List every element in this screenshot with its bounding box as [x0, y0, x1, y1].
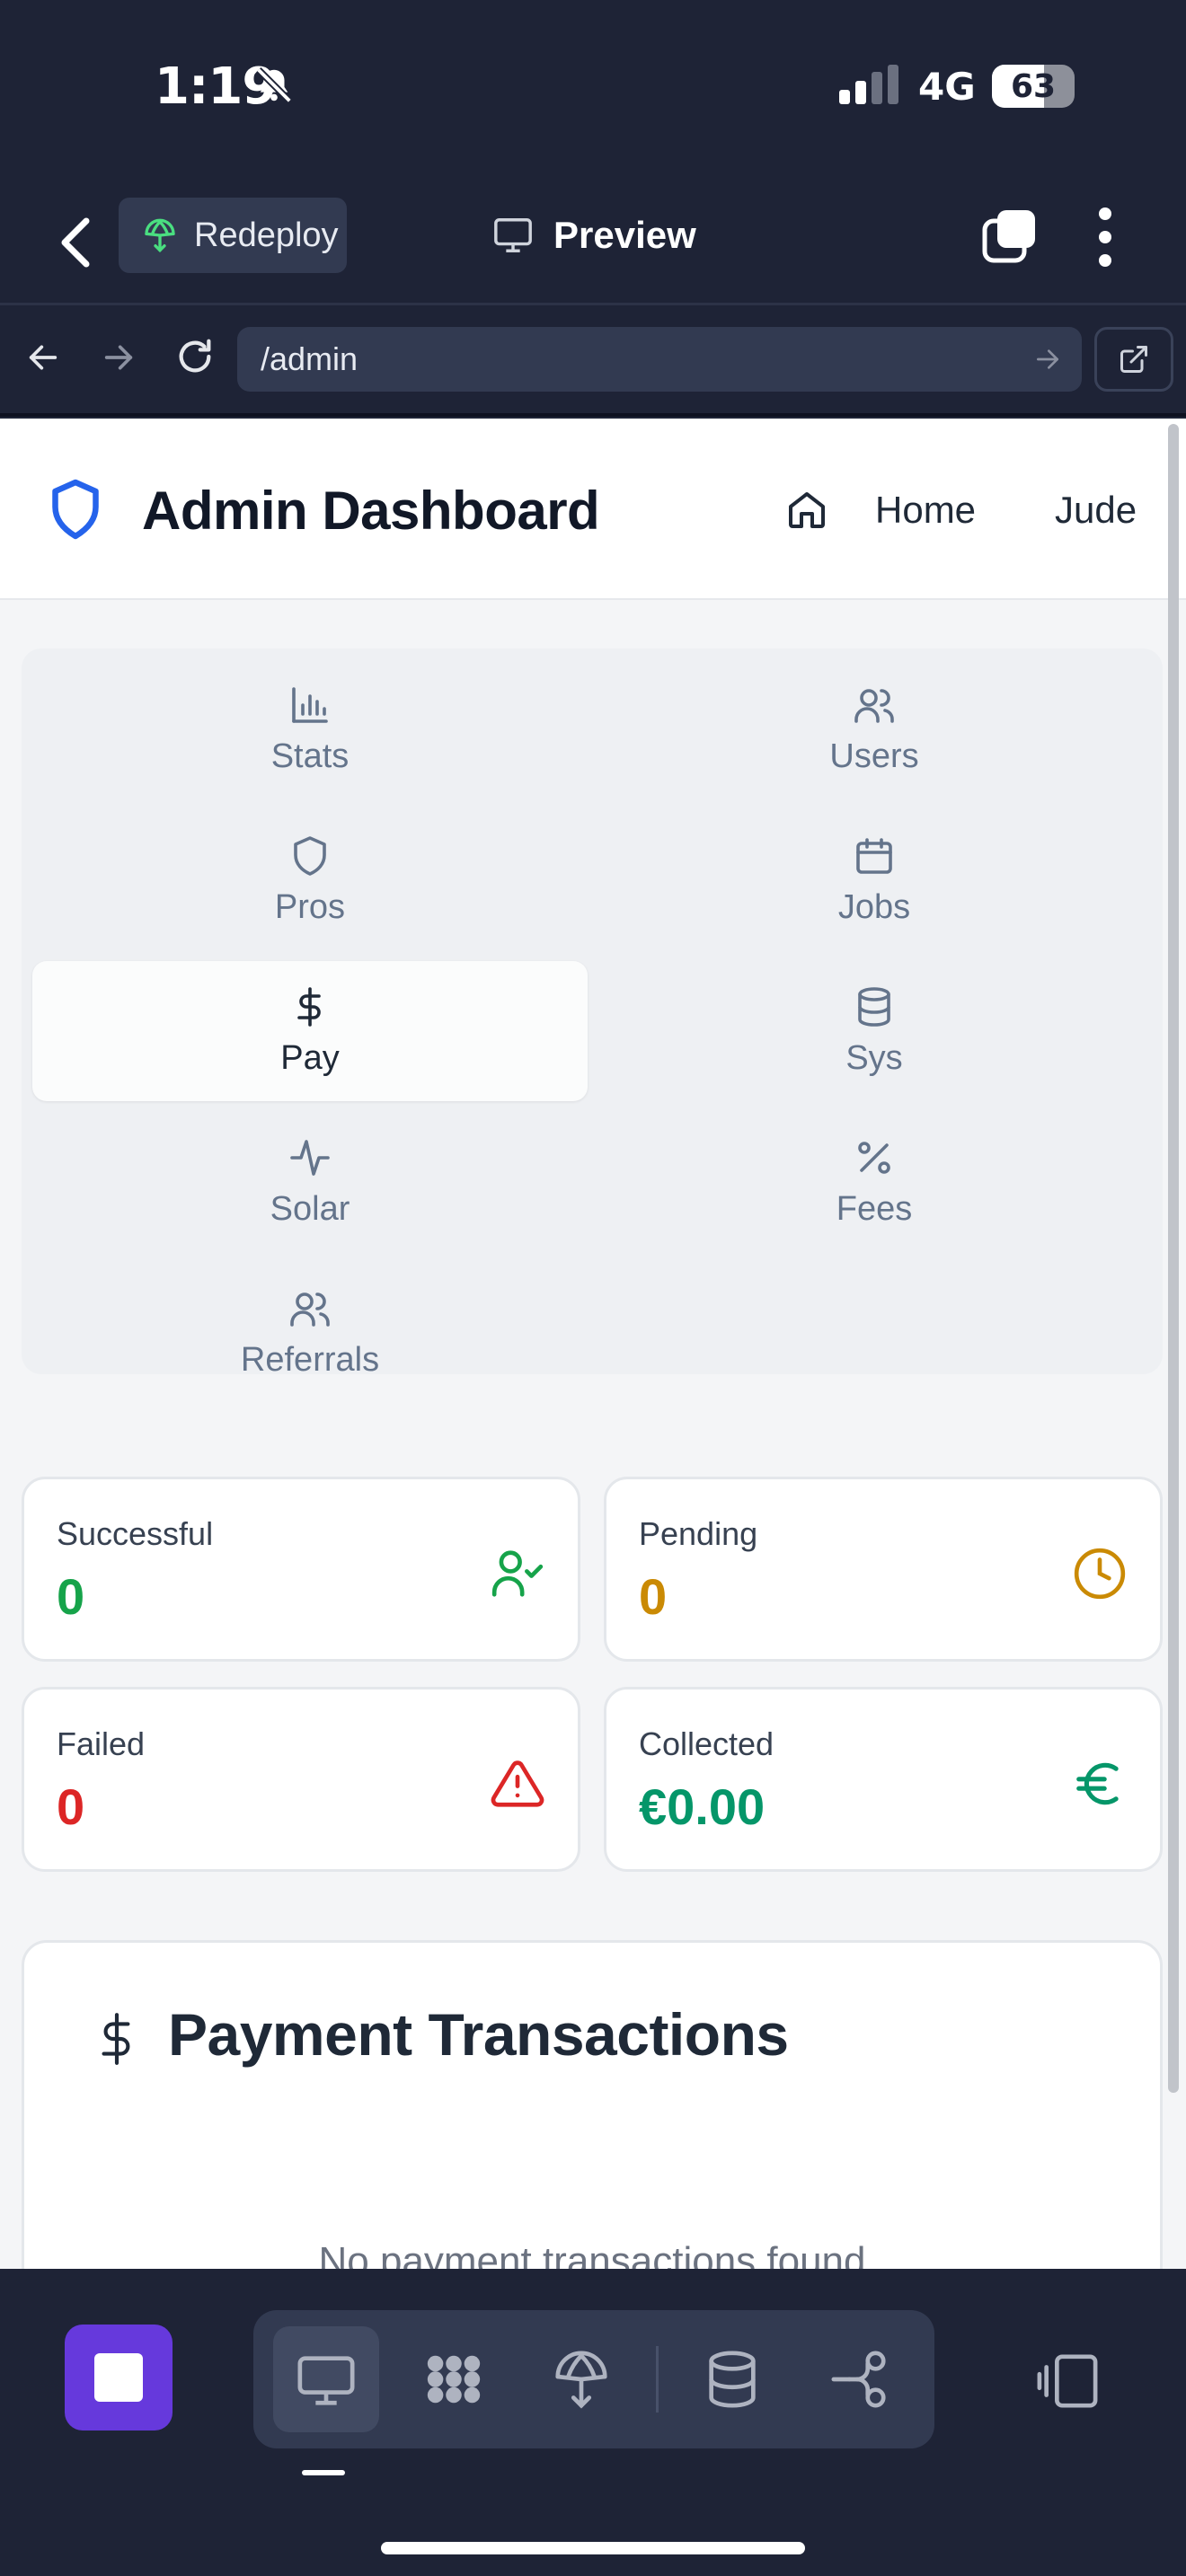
stat-label: Collected [639, 1725, 774, 1762]
stat-card-pending: Pending 0 [604, 1477, 1163, 1662]
app-toolbar: Redeploy Preview [0, 180, 1186, 305]
shield-icon [52, 479, 99, 540]
nav-label: Pay [280, 1038, 340, 1077]
stat-value: €0.00 [639, 1778, 766, 1835]
tabs-icon[interactable] [981, 207, 1039, 264]
cellular-signal-icon [839, 65, 898, 104]
deploy-icon [145, 218, 175, 253]
shield-icon [294, 835, 326, 876]
deploy-icon [555, 2351, 607, 2409]
tool-database[interactable] [679, 2326, 785, 2432]
stat-label: Successful [57, 1515, 214, 1552]
empty-state-text: No payment transactions found [318, 2239, 866, 2269]
nav-item-jobs[interactable]: Jobs [597, 810, 1152, 950]
bell-slash-icon [256, 67, 292, 103]
external-link-icon [1120, 346, 1147, 373]
arrow-right-icon[interactable] [101, 340, 137, 375]
url-input[interactable]: /admin [237, 327, 1082, 392]
chevron-left-icon[interactable] [56, 214, 95, 271]
payment-transactions-panel: Payment Transactions No payment transact… [22, 1940, 1163, 2269]
percent-icon [858, 1141, 890, 1174]
scrollbar[interactable] [1168, 424, 1179, 2093]
nav-item-fees[interactable]: Fees [597, 1112, 1152, 1252]
admin-section-nav: Stats Users Pros Jobs Pay Sys Solar Fees… [22, 648, 1163, 1379]
tool-workflows[interactable] [401, 2326, 507, 2432]
user-name[interactable]: Jude [1055, 489, 1137, 532]
arrow-right-icon[interactable] [1033, 345, 1062, 374]
tool-git[interactable] [807, 2326, 913, 2432]
clock-icon [1074, 1548, 1126, 1600]
users-icon [290, 1292, 330, 1327]
stop-button[interactable] [65, 2325, 173, 2430]
site-header: Admin Dashboard Home Jude [0, 419, 1186, 600]
web-preview: Admin Dashboard Home Jude Stats Users Pr… [0, 419, 1186, 2269]
stop-icon [94, 2353, 143, 2402]
monitor-icon [297, 2356, 355, 2405]
bar-chart-icon [292, 686, 328, 723]
stat-card-collected: Collected €0.00 [604, 1687, 1163, 1872]
redeploy-label: Redeploy [194, 216, 339, 254]
nav-label: Stats [270, 737, 350, 775]
sidebar-toggle-icon[interactable] [1035, 2350, 1100, 2413]
user-check-icon [491, 1550, 544, 1597]
battery-percent: 63 [1010, 67, 1057, 105]
stat-label: Pending [639, 1515, 758, 1552]
nav-label: Solar [270, 1189, 350, 1228]
nav-label: Users [829, 737, 919, 775]
nav-label: Jobs [837, 887, 911, 926]
stat-value: 0 [639, 1568, 668, 1625]
nav-item-referrals[interactable]: Referrals [32, 1263, 588, 1403]
nav-item-users[interactable]: Users [597, 659, 1152, 799]
home-icon[interactable] [785, 489, 828, 532]
tool-switcher [253, 2310, 934, 2448]
nav-item-pay[interactable]: Pay [32, 961, 588, 1101]
euro-icon [1076, 1762, 1119, 1805]
bottom-dock [0, 2269, 1186, 2576]
panel-title: Payment Transactions [168, 2001, 789, 2068]
preview-title: Preview [492, 207, 696, 264]
nav-label: Pros [274, 887, 346, 926]
battery-indicator: 63 [992, 65, 1075, 108]
home-link[interactable]: Home [875, 489, 976, 532]
browser-nav-bar: /admin [0, 305, 1186, 417]
workflow-icon [427, 2355, 481, 2404]
nav-label: Referrals [240, 1340, 380, 1379]
active-tool-indicator [302, 2470, 345, 2475]
activity-icon [290, 1139, 330, 1176]
database-icon [709, 2351, 756, 2408]
users-icon [854, 688, 894, 723]
database-icon [858, 986, 890, 1027]
dollar-icon [297, 986, 321, 1027]
home-indicator[interactable] [381, 2542, 805, 2554]
calendar-icon [856, 837, 892, 874]
tool-preview[interactable] [273, 2326, 379, 2432]
tool-divider [656, 2346, 659, 2413]
nav-label: Fees [836, 1189, 913, 1228]
page-title: Admin Dashboard [142, 481, 600, 541]
stat-value: 0 [57, 1778, 85, 1835]
stat-label: Failed [57, 1725, 146, 1762]
stat-value: 0 [57, 1568, 85, 1625]
reload-icon[interactable] [174, 336, 216, 377]
nav-item-solar[interactable]: Solar [32, 1112, 588, 1252]
stat-card-successful: Successful 0 [22, 1477, 580, 1662]
network-label: 4G [918, 65, 976, 109]
more-vertical-icon[interactable] [1091, 205, 1120, 269]
preview-label: Preview [553, 214, 696, 256]
alert-triangle-icon [491, 1760, 544, 1807]
redeploy-button[interactable]: Redeploy [119, 198, 347, 273]
tool-deploy[interactable] [528, 2326, 634, 2432]
git-branch-icon [831, 2351, 886, 2408]
nav-item-sys[interactable]: Sys [597, 961, 1152, 1101]
arrow-left-icon[interactable] [25, 340, 61, 375]
dollar-icon [102, 2013, 130, 2065]
url-text: /admin [261, 340, 358, 377]
open-external-button[interactable] [1094, 327, 1173, 392]
nav-item-stats[interactable]: Stats [32, 659, 588, 799]
nav-label: Sys [845, 1038, 903, 1077]
monitor-icon [494, 218, 532, 252]
status-bar: 1:19 4G 63 [0, 0, 1186, 180]
stat-card-failed: Failed 0 [22, 1687, 580, 1872]
nav-item-pros[interactable]: Pros [32, 810, 588, 950]
